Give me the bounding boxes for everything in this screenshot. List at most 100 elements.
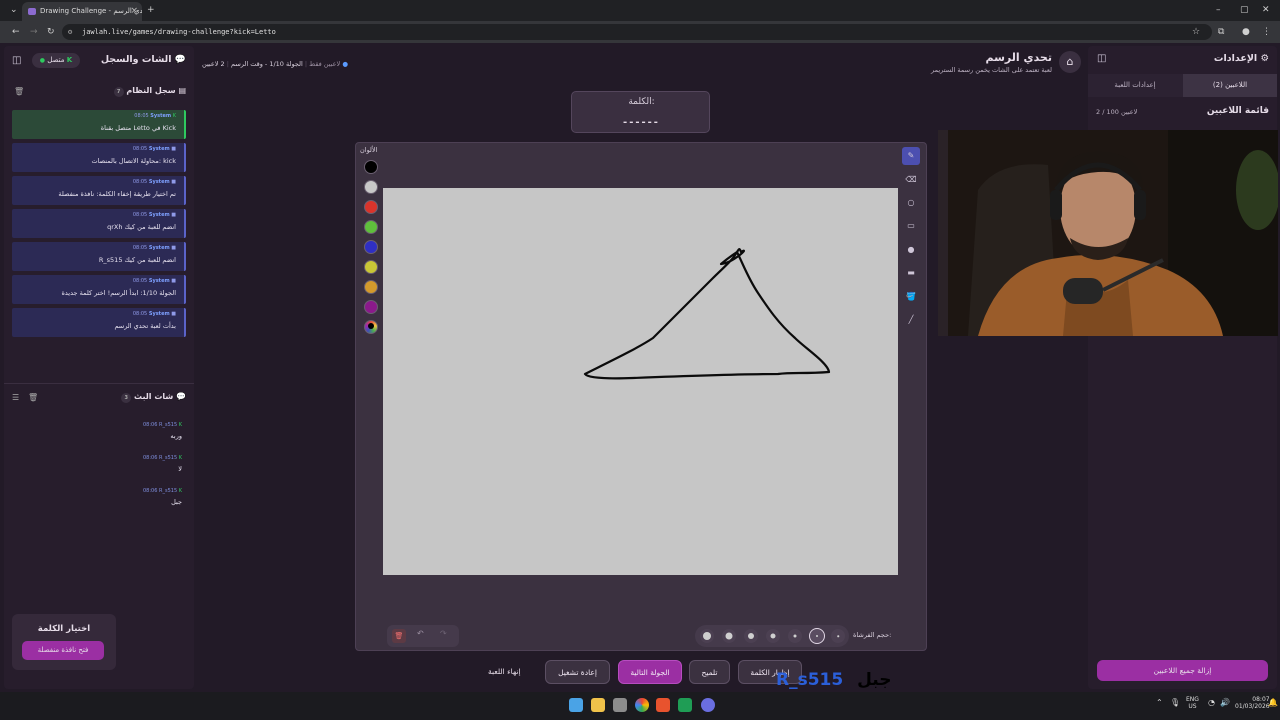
app-icon[interactable] <box>613 698 627 712</box>
home-icon[interactable]: ⌂ <box>1059 51 1081 73</box>
log-time: 08:05 <box>134 113 149 119</box>
filled-circle-tool-icon[interactable]: ● <box>902 241 920 259</box>
chrome-icon[interactable] <box>635 698 649 712</box>
clock[interactable]: 08:07 01/03/2026 <box>1235 696 1270 710</box>
brush-size-md[interactable] <box>744 629 758 643</box>
collapse-settings-icon[interactable]: ◫ <box>1097 53 1106 64</box>
color-swatch-red[interactable] <box>364 200 378 214</box>
close-tab-icon[interactable]: × <box>130 2 138 21</box>
chat-time: 08:06 <box>142 488 158 494</box>
colors-label: الألوان <box>360 146 378 154</box>
brush-size-xl[interactable] <box>700 629 714 643</box>
color-swatch-gray[interactable] <box>364 180 378 194</box>
info-icon: ■ <box>171 146 176 152</box>
tab-title: Drawing Challenge - تحدي الرسم <box>40 7 142 15</box>
wifi-icon[interactable]: ◔ <box>1208 698 1215 707</box>
tab-players[interactable]: اللاعبين (2) <box>1183 74 1277 97</box>
url-field[interactable]: ⚙ jawlah.live/games/drawing-challenge?ki… <box>62 24 1212 40</box>
trash-log-icon[interactable]: 🗑 <box>14 87 24 96</box>
chevron-up-icon[interactable]: ⌃ <box>1156 698 1163 707</box>
site-info-icon[interactable]: ⚙ <box>68 24 72 40</box>
open-separate-window-button[interactable]: فتح نافذة منفصلة <box>22 641 104 660</box>
log-sender: System <box>148 245 170 251</box>
browser-tab[interactable]: Drawing Challenge - تحدي الرسم × <box>22 2 142 21</box>
color-swatch-purple[interactable] <box>364 300 378 314</box>
log-time: 08:05 <box>132 245 148 251</box>
drawing-canvas[interactable] <box>383 188 898 575</box>
color-swatch-blue[interactable] <box>364 240 378 254</box>
players-count-label: 2 لاعبين <box>202 60 225 68</box>
tab-list-icon[interactable]: ⌄ <box>10 0 18 20</box>
clear-canvas-icon[interactable]: 🗑 <box>392 629 406 643</box>
clock-date: 01/03/2026 <box>1235 703 1270 710</box>
color-swatch-yellow[interactable] <box>364 260 378 274</box>
browser-tab-bar: ⌄ Drawing Challenge - تحدي الرسم × + – ▢… <box>0 0 1280 21</box>
brave-icon[interactable] <box>656 698 670 712</box>
pencil-tool-icon[interactable]: ✎ <box>902 147 920 165</box>
profile-icon[interactable]: ● <box>1242 22 1250 42</box>
end-game-button[interactable]: إنهاء اللعبة <box>488 667 521 676</box>
file-explorer-icon[interactable] <box>591 698 605 712</box>
log-entry: 08:05 System ■ الجولة 1/10: ابدأ الرسم! … <box>12 275 186 304</box>
brush-size-lg[interactable] <box>722 629 736 643</box>
fill-bucket-icon[interactable]: 🪣 <box>902 288 920 306</box>
tab-game-settings[interactable]: إعدادات اللعبة <box>1088 74 1182 97</box>
system-log-count-badge: 7 <box>113 87 124 97</box>
brush-size-sm[interactable] <box>766 629 780 643</box>
log-entry: 08:05 System ■ محاولة الاتصال بالمنصات: … <box>12 143 186 172</box>
chat-text: جبل <box>171 498 182 506</box>
volume-icon[interactable]: 🔊 <box>1220 698 1230 707</box>
minimize-icon[interactable]: – <box>1216 0 1221 20</box>
log-sender: System <box>148 179 170 185</box>
menu-kebab-icon[interactable]: ⋮ <box>1262 22 1271 42</box>
restart-button[interactable]: إعادة تشغيل <box>545 660 610 684</box>
rectangle-tool-icon[interactable]: ▭ <box>902 217 920 235</box>
filter-list-icon[interactable]: ☰ <box>12 393 19 402</box>
new-tab-icon[interactable]: + <box>147 0 155 20</box>
discord-icon[interactable] <box>701 698 715 712</box>
color-swatch-green[interactable] <box>364 220 378 234</box>
remove-all-players-button[interactable]: إزالة جميع اللاعبين <box>1097 660 1268 681</box>
notification-bell-icon[interactable]: 🔔 <box>1268 698 1278 707</box>
forward-icon[interactable]: → <box>30 22 38 42</box>
brush-size-xs[interactable] <box>788 629 802 643</box>
brush-size-selected[interactable] <box>809 628 825 644</box>
system-log-header: 7 سجل النظام ▤ <box>113 86 186 97</box>
close-window-icon[interactable]: ✕ <box>1262 0 1270 20</box>
bookmark-star-icon[interactable]: ☆ <box>1192 22 1200 42</box>
line-tool-icon[interactable]: ╱ <box>902 311 920 329</box>
microphone-icon[interactable]: 🎙 <box>1170 698 1180 707</box>
language-indicator[interactable]: ENG US <box>1186 696 1199 710</box>
circle-tool-icon[interactable]: ○ <box>902 194 920 212</box>
maximize-icon[interactable]: ▢ <box>1240 0 1249 20</box>
reload-icon[interactable]: ↻ <box>47 22 55 42</box>
undo-icon[interactable]: ↶ <box>417 629 424 638</box>
guess-word: جبل <box>857 670 892 690</box>
color-swatch-orange[interactable] <box>364 280 378 294</box>
collapse-panel-icon[interactable]: ◫ <box>12 55 21 66</box>
app-green-icon[interactable] <box>678 698 692 712</box>
log-message: محاولة الاتصال بالمنصات: kick <box>91 157 176 165</box>
settings-tabs: اللاعبين (2) إعدادات اللعبة <box>1088 74 1277 97</box>
word-label: الكلمة: <box>628 97 655 107</box>
start-windows-icon[interactable] <box>569 698 583 712</box>
log-sender: System <box>150 113 172 119</box>
divider <box>4 383 194 384</box>
log-time: 08:05 <box>132 212 148 218</box>
redo-icon[interactable]: ↷ <box>440 629 447 638</box>
color-swatch-black[interactable] <box>364 160 378 174</box>
live-chat-header: 3 شات البث 💬 <box>121 392 186 403</box>
filled-rect-tool-icon[interactable]: ▬ <box>902 264 920 282</box>
brush-size-xxs[interactable] <box>831 629 845 643</box>
chat-username: R_s515 <box>159 488 178 494</box>
back-icon[interactable]: ← <box>12 22 20 42</box>
custom-color-picker[interactable] <box>364 320 378 334</box>
chat-message: 08:06 R_s515 K وربه <box>143 422 182 440</box>
hint-button[interactable]: تلميح <box>689 660 730 684</box>
next-round-button[interactable]: الجولة التالية <box>618 660 682 684</box>
eraser-tool-icon[interactable]: ⌫ <box>902 171 920 189</box>
info-icon: ■ <box>171 311 176 317</box>
trash-chat-icon[interactable]: 🗑 <box>28 393 38 402</box>
extensions-icon[interactable]: ⧉ <box>1218 22 1224 42</box>
game-subtitle: لعبة تعتمد على الشات يخمن رسمة الستريمر <box>931 66 1052 74</box>
